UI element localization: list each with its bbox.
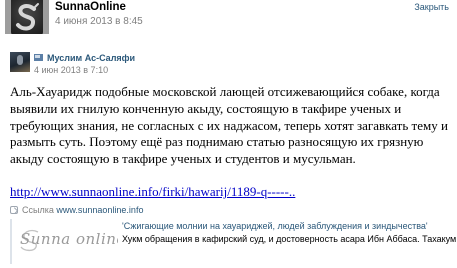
repost-date[interactable]: 4 июн 2013 в 7:10 [34,65,108,75]
post-link[interactable]: http://www.sunnaonline.info/firki/hawari… [10,184,295,200]
link-source: Ссылка www.sunnaonline.info [10,205,143,215]
page-avatar[interactable] [5,0,49,34]
snippet-border [10,219,12,264]
author-name[interactable]: Муслим Ас-Саляфи [34,53,135,63]
snippet-thumbnail[interactable]: Sunna online [16,223,118,257]
page-name[interactable]: SunnaOnline [55,1,126,13]
author-avatar[interactable] [10,52,30,72]
post-date[interactable]: 4 июня 2013 в 8:45 [55,16,143,27]
close-button[interactable]: Закрыть [414,2,449,12]
snippet-title[interactable]: 'Сжигающие молнии на хауариджей, людей з… [122,221,428,231]
user-profile-icon [34,54,43,61]
author-name-label: Муслим Ас-Саляфи [47,53,136,63]
link-source-label: Ссылка [22,205,54,215]
post-text: Аль-Хауаридж подобные московской лающей … [10,84,448,167]
snippet-thumb-logo: Sunna online [20,230,118,248]
external-link-icon [10,206,18,214]
link-source-domain[interactable]: www.sunnaonline.info [56,205,143,215]
avatar-highlight [17,55,23,65]
snippet-description: Хукм обращения в кафирский суд, и достов… [122,234,457,244]
link-snippet[interactable]: Sunna online 'Сжигающие молнии на хауари… [10,219,457,264]
post-header: SunnaOnline 4 июня 2013 в 8:45 Закрыть [0,0,457,34]
logo-s-icon [16,3,39,31]
